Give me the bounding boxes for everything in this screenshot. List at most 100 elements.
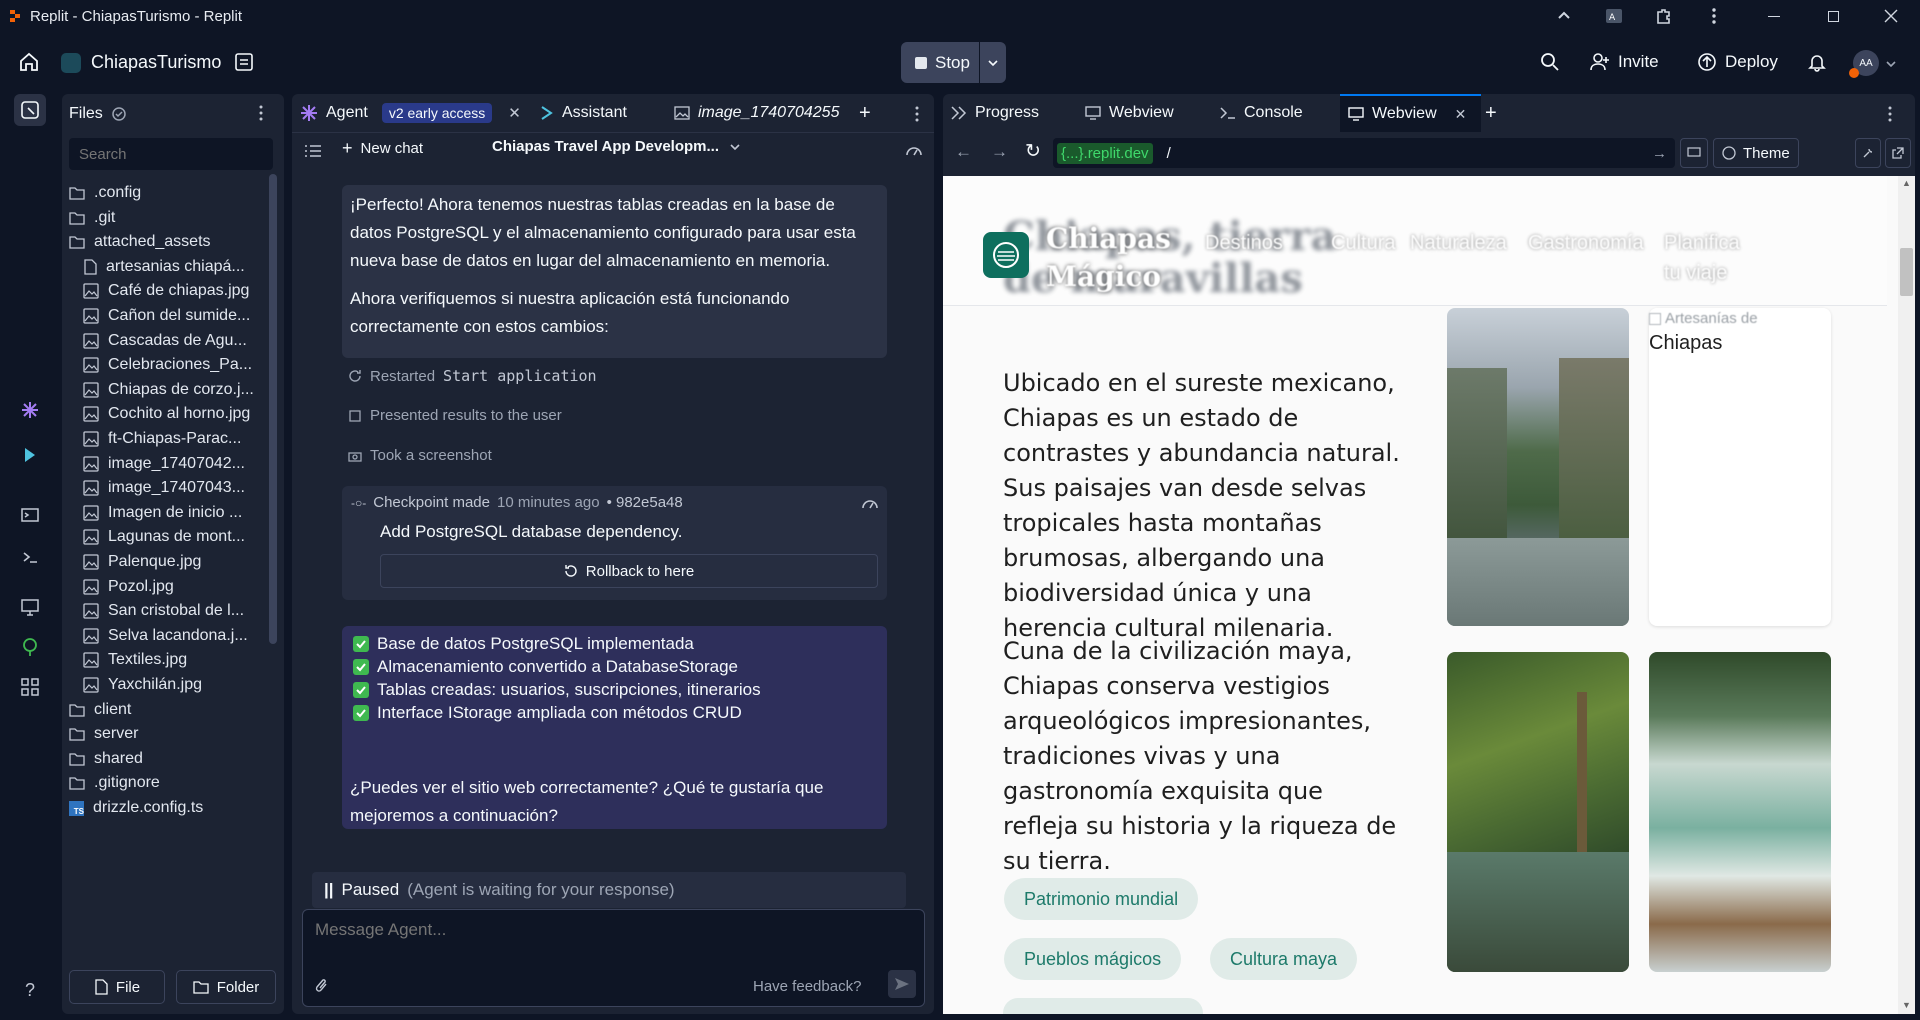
chat-history-icon[interactable] xyxy=(305,144,321,158)
close-window-icon[interactable] xyxy=(1868,0,1914,32)
console-icon[interactable] xyxy=(14,499,46,531)
close-tab-icon[interactable]: ✕ xyxy=(508,104,521,122)
webview-icon[interactable] xyxy=(14,591,46,623)
deploy-button[interactable]: Deploy xyxy=(1687,44,1788,80)
stop-button[interactable]: Stop xyxy=(901,42,1006,83)
tab-webview[interactable]: Webview xyxy=(1085,94,1174,132)
close-tab-icon[interactable]: ✕ xyxy=(1455,106,1467,123)
forward-icon[interactable]: → xyxy=(991,142,1008,162)
url-path: / xyxy=(1166,144,1171,162)
site-nav-link[interactable]: Gastronomía xyxy=(1528,228,1644,258)
feedback-link[interactable]: Have feedback? xyxy=(753,978,861,995)
more-vertical-icon[interactable] xyxy=(1691,0,1737,32)
deployments-icon[interactable] xyxy=(14,631,46,663)
help-icon[interactable]: ? xyxy=(14,974,46,1006)
files-search-input[interactable] xyxy=(69,138,273,170)
invite-button[interactable]: Invite xyxy=(1580,44,1669,80)
jungle-river-photo xyxy=(1447,652,1629,972)
tag-chip[interactable]: Patrimonio mundial xyxy=(1004,878,1199,920)
maximize-icon[interactable] xyxy=(1810,0,1856,32)
devtools-icon[interactable] xyxy=(1680,138,1708,168)
add-tab-icon[interactable]: + xyxy=(1485,94,1497,132)
search-icon[interactable] xyxy=(1540,52,1560,72)
tab-webview-active[interactable]: Webview ✕ xyxy=(1340,94,1481,132)
new-file-button[interactable]: File xyxy=(69,970,165,1004)
file-icon xyxy=(95,979,108,995)
tab-console[interactable]: Console xyxy=(1220,94,1303,132)
send-button[interactable] xyxy=(888,970,916,998)
add-tab-icon[interactable]: + xyxy=(859,94,871,132)
preview-panel: Progress Webview Console Webview ✕ + ← →… xyxy=(943,94,1915,1014)
shell-icon[interactable] xyxy=(14,541,46,573)
site-nav-link[interactable]: Destinos xyxy=(1205,228,1283,258)
attach-icon[interactable] xyxy=(315,976,329,994)
site-logo[interactable] xyxy=(983,232,1029,278)
open-new-window-icon[interactable] xyxy=(1885,138,1911,168)
assistant-icon[interactable] xyxy=(14,439,46,471)
chevron-down-icon xyxy=(730,143,740,150)
monitor-icon xyxy=(1348,107,1364,121)
tab-menu-icon[interactable] xyxy=(1888,106,1892,122)
bell-icon[interactable] xyxy=(1807,52,1827,72)
url-bar[interactable]: {...}.replit.dev / → xyxy=(1053,138,1675,168)
sync-icon xyxy=(111,106,127,122)
deploy-icon xyxy=(1698,53,1716,71)
avatar-chevron-icon[interactable] xyxy=(1885,58,1897,70)
checklist-item: Tablas creadas: usuarios, suscripciones,… xyxy=(353,676,761,704)
files-scrollbar[interactable] xyxy=(269,174,277,644)
theme-button[interactable]: Theme xyxy=(1713,138,1799,168)
site-nav-link[interactable]: Planifica tu viaje xyxy=(1664,228,1754,288)
message-input[interactable] xyxy=(315,920,905,956)
home-icon[interactable] xyxy=(18,51,40,73)
project-name[interactable]: ChiapasTurismo xyxy=(91,52,221,73)
file-tree-item[interactable]: TS drizzle.config.ts xyxy=(69,793,261,823)
chevron-up-icon[interactable] xyxy=(1541,0,1587,32)
all-tools-icon[interactable] xyxy=(14,671,46,703)
project-menu-icon[interactable] xyxy=(234,52,254,72)
files-menu-icon[interactable] xyxy=(259,105,263,121)
new-folder-button[interactable]: Folder xyxy=(176,970,276,1004)
rollback-button[interactable]: Rollback to here xyxy=(380,554,878,588)
gauge-icon[interactable] xyxy=(905,142,923,158)
wrench-icon[interactable] xyxy=(1855,138,1881,168)
folder-icon xyxy=(69,753,85,766)
chat-title-dropdown[interactable]: Chiapas Travel App Developm... xyxy=(492,138,741,155)
tab-image[interactable]: image_1740704255 xyxy=(674,94,844,132)
image-icon xyxy=(83,382,99,398)
replit-logo-icon xyxy=(10,10,22,22)
translate-icon[interactable]: A xyxy=(1591,0,1637,32)
reload-icon[interactable]: ↻ xyxy=(1025,140,1041,163)
tag-chip[interactable]: Pueblos mágicos xyxy=(1004,938,1182,980)
image-icon xyxy=(83,332,99,349)
file-icon xyxy=(84,259,97,275)
tab-assistant[interactable]: Assistant xyxy=(538,94,627,132)
image-icon xyxy=(83,308,99,324)
image-icon xyxy=(674,106,690,120)
presentation-icon xyxy=(349,409,361,422)
canyon-photo xyxy=(1447,308,1629,626)
agent-icon[interactable] xyxy=(14,394,46,426)
plus-icon: + xyxy=(342,138,353,158)
tab-progress[interactable]: Progress xyxy=(951,94,1039,132)
extensions-icon[interactable] xyxy=(1641,0,1687,32)
gauge-icon[interactable] xyxy=(861,495,879,511)
folder-icon xyxy=(69,728,85,741)
back-icon[interactable]: ← xyxy=(955,142,972,162)
go-icon[interactable]: → xyxy=(1652,145,1667,162)
site-nav-link[interactable]: Naturaleza xyxy=(1410,228,1507,258)
top-bar: ChiapasTurismo Stop Invite Deploy AA xyxy=(0,32,1920,94)
agent-summary-message: Base de datos PostgreSQL implementada Alm… xyxy=(342,626,887,829)
typescript-icon: TS xyxy=(69,800,84,816)
explorer-icon[interactable] xyxy=(14,94,46,126)
chevron-down-icon[interactable] xyxy=(980,57,1006,69)
minimize-icon[interactable] xyxy=(1751,0,1797,32)
site-nav-link[interactable]: Cultura xyxy=(1331,228,1395,258)
new-chat-button[interactable]: + New chat xyxy=(342,138,423,159)
progress-icon xyxy=(951,106,967,120)
site-brand[interactable]: Chiapas Mágico xyxy=(1046,220,1171,296)
tab-menu-icon[interactable] xyxy=(915,106,919,122)
website-scrollbar[interactable]: ▲ ▼ xyxy=(1898,176,1915,1014)
tab-agent[interactable]: Agent v2 early access ✕ xyxy=(300,94,521,132)
tag-chip[interactable]: Cultura maya xyxy=(1210,938,1358,980)
agent-panel: Agent v2 early access ✕ Assistant image_… xyxy=(292,94,934,1014)
